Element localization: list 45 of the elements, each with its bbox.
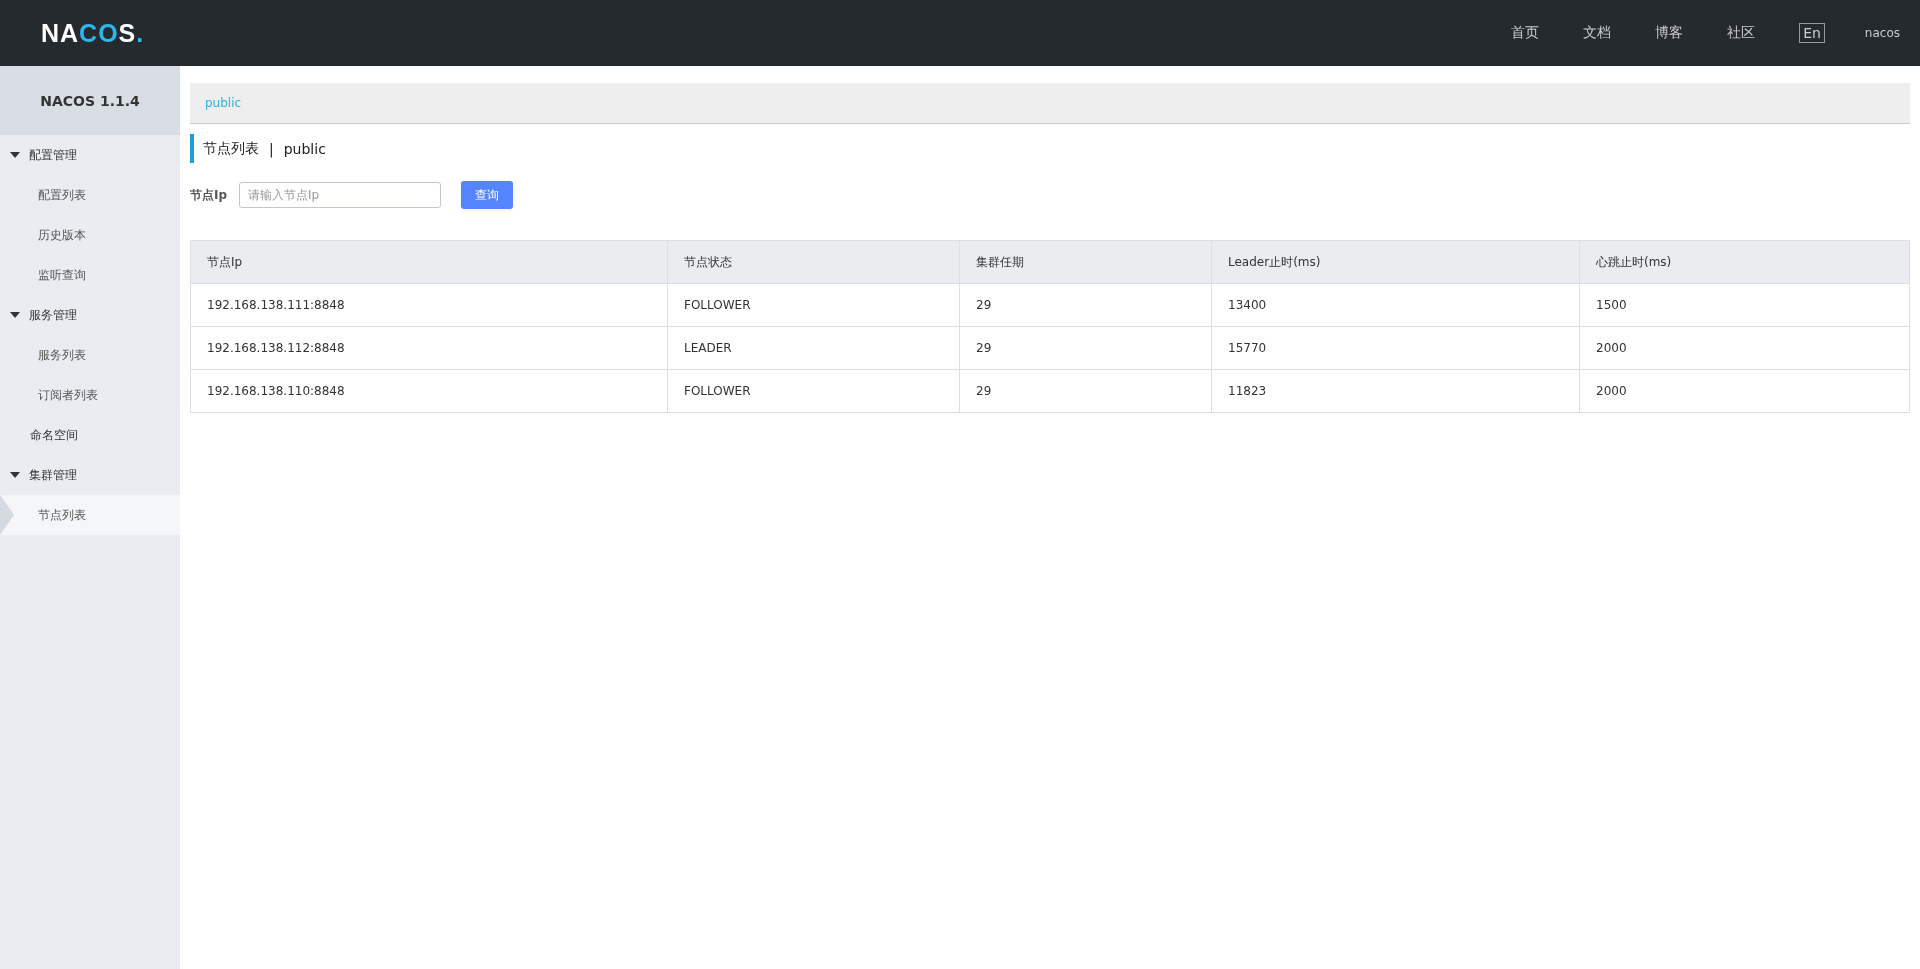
table-cell: LEADER [667, 327, 959, 369]
sidebar-title: NACOS 1.1.4 [0, 66, 180, 135]
node-ip-input-field[interactable]: 请输入节点Ip [239, 182, 441, 208]
table-cell: 29 [959, 327, 1211, 369]
submenu-item[interactable]: 历史版本 [0, 215, 180, 255]
table-cell-text: 192.168.138.111:8848 [206, 297, 346, 314]
table-cell: 11823 [1211, 370, 1579, 412]
menu-item[interactable]: 配置管理 [0, 135, 180, 175]
nav-link[interactable]: 文档 [1583, 24, 1612, 42]
table-cell: 15770 [1211, 327, 1579, 369]
submenu-item[interactable]: 订阅者列表 [0, 375, 180, 415]
caret-icon [10, 472, 20, 478]
menu-item[interactable]: 集群管理 [0, 455, 180, 495]
caret-icon [10, 312, 20, 318]
column-header: 节点Ip [206, 253, 244, 271]
submenu-item[interactable]: 配置列表 [0, 175, 180, 215]
username-link[interactable]: nacos [1864, 26, 1900, 40]
nav-link[interactable]: 首页 [1511, 24, 1540, 42]
column-header: 节点状态 [667, 241, 959, 283]
menu-item[interactable]: 命名空间 [0, 415, 180, 455]
column-header: 集群任期 [959, 241, 1211, 283]
column-header: Leader止时(ms) [1211, 241, 1579, 283]
menu-item[interactable]: 服务管理 [0, 295, 180, 335]
table-cell: 1500 [1579, 284, 1909, 326]
selection-marker-icon [0, 495, 14, 535]
table-cell: 2000 [1579, 327, 1909, 369]
table-cell: 29 [959, 284, 1211, 326]
language-toggle-button[interactable]: En [1799, 23, 1825, 43]
nav-link[interactable]: 博客 [1655, 24, 1684, 42]
table-cell: 13400 [1211, 284, 1579, 326]
table-cell-text: 192.168.138.112:8848 [206, 340, 346, 357]
page-title: 节点列表 | public [190, 134, 1910, 163]
table-cell: 29 [959, 370, 1211, 412]
nav-link[interactable]: 社区 [1727, 24, 1756, 42]
table-cell: FOLLOWER [667, 284, 959, 326]
table-cell: 2000 [1579, 370, 1909, 412]
field-label: 节点Ip [190, 186, 229, 204]
column-header: 心跳止时(ms) [1579, 241, 1909, 283]
table-cell: FOLLOWER [667, 370, 959, 412]
nacos-logo[interactable]: NACOS. [41, 18, 145, 48]
table-cell-text: 192.168.138.110:8848 [206, 383, 346, 400]
submenu-item[interactable]: 服务列表 [0, 335, 180, 375]
caret-icon [10, 152, 20, 158]
submenu-item[interactable]: 监听查询 [0, 255, 180, 295]
submenu-item[interactable]: 节点列表 [0, 495, 180, 535]
